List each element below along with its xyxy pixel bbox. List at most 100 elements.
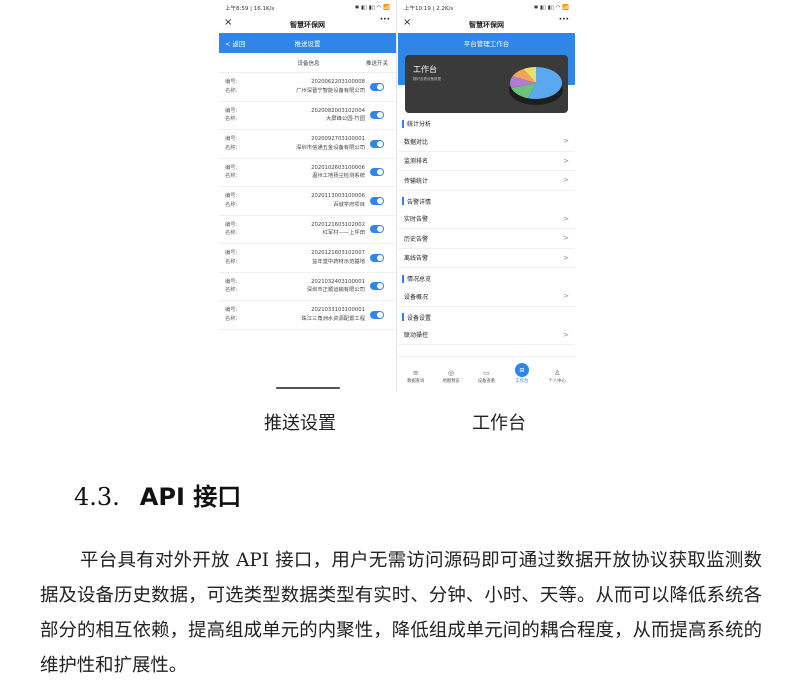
screenshot-workbench: 上午10:19 | 2.2K/s ✱ ▮▯ ▮▯ ◠ 📶 × 智慧环保网 ···… xyxy=(398,0,575,392)
tab-label: 工作台 xyxy=(515,379,529,384)
label-name: 名称: xyxy=(225,287,238,294)
back-button[interactable]: < 返回 xyxy=(225,38,246,48)
push-toggle[interactable] xyxy=(370,282,384,291)
banner-title: 工作台 xyxy=(413,65,437,74)
section-header: 告警详情 xyxy=(398,193,575,210)
table-header: 设备信息 推送开关 xyxy=(219,53,396,73)
row-values: 2020102603100006 温州工地扬尘检测系统 xyxy=(245,164,370,181)
menu-item[interactable]: 数据对比 > xyxy=(398,132,575,152)
status-icons: ✱ ▮▯ ▮▯ ◠ 📶 xyxy=(533,5,569,11)
tab-label: 数据查询 xyxy=(407,379,425,384)
tab-label: 个人中心 xyxy=(548,379,566,384)
label-name: 名称: xyxy=(225,258,238,265)
push-toggle[interactable] xyxy=(370,111,384,120)
device-id: 2020121603102002 xyxy=(311,221,365,228)
app-titlebar: × 智慧环保网 ··· xyxy=(398,15,575,33)
table-row: 编号: 名称: 2021033103100001 珠江三角洲水资源配置工程 xyxy=(219,301,396,330)
section-title: API 接口 xyxy=(139,483,242,511)
tab-label: 设备查看 xyxy=(477,379,496,384)
row-labels: 编号: 名称: xyxy=(225,192,245,209)
push-toggle[interactable] xyxy=(370,225,384,234)
push-toggle[interactable] xyxy=(370,82,384,91)
push-toggle[interactable] xyxy=(370,253,384,262)
workbench-menu: 统计分析 数据对比 > 监测排名 > 传输统计 > 告警详情 实时告警 > 历史告警 > 离线告警 > 情况… xyxy=(398,115,575,345)
label-name: 名称: xyxy=(225,201,238,208)
menu-item-label: 数据对比 xyxy=(404,138,429,146)
table-row: 编号: 名称: 2020113003100006 百城学府项目 xyxy=(219,187,396,216)
label-name: 名称: xyxy=(225,87,238,94)
menu-item[interactable]: 设备概况 > xyxy=(398,287,575,307)
pie-chart-icon xyxy=(509,67,563,105)
label-name: 名称: xyxy=(225,315,238,322)
menu-item[interactable]: 联动操控 > xyxy=(398,326,575,345)
label-id: 编号: xyxy=(225,307,238,314)
label-name: 名称: xyxy=(225,144,238,151)
tab-item[interactable]: ◎ 地图预览 xyxy=(434,369,468,384)
menu-item-label: 离线告警 xyxy=(404,255,429,263)
chevron-right-icon: > xyxy=(563,176,569,185)
label-id: 编号: xyxy=(225,107,238,114)
caption-workbench: 工作台 xyxy=(472,413,526,434)
table-row: 编号: 名称: 2020121603102007 益年堂中药材示范基地 xyxy=(219,244,396,273)
push-toggle[interactable] xyxy=(370,139,384,148)
tab-item[interactable]: ⊞ 工作台 xyxy=(505,363,539,384)
menu-item[interactable]: 离线告警 > xyxy=(398,249,575,268)
label-id: 编号: xyxy=(225,221,238,228)
close-icon[interactable]: × xyxy=(403,17,411,28)
row-values: 2020113003100006 百城学府项目 xyxy=(245,192,370,209)
row-labels: 编号: 名称: xyxy=(225,135,245,152)
row-labels: 编号: 名称: xyxy=(225,221,245,238)
more-icon[interactable]: ··· xyxy=(380,15,390,25)
tab-item[interactable]: ♙ 个人中心 xyxy=(540,369,574,384)
row-values: 2020082003102004 大屏峰公园-竹园 xyxy=(245,107,370,124)
banner-area: 工作台 随时查看设备数据 xyxy=(398,53,575,113)
menu-item[interactable]: 传输统计 > xyxy=(398,171,575,191)
section-header: 统计分析 xyxy=(398,115,575,132)
push-toggle[interactable] xyxy=(370,196,384,205)
chevron-right-icon: > xyxy=(563,214,569,223)
menu-item[interactable]: 实时告警 > xyxy=(398,210,575,229)
row-labels: 编号: 名称: xyxy=(225,278,245,295)
row-values: 2020121603102002 红军村——上坪田 xyxy=(245,221,370,238)
push-toggle[interactable] xyxy=(370,168,384,177)
section-header: 设备设置 xyxy=(398,309,575,326)
tab-item[interactable]: ≡ 数据查询 xyxy=(399,369,433,384)
device-id: 2020121603102007 xyxy=(311,250,365,257)
device-name: 益年堂中药材示范基地 xyxy=(312,258,365,265)
tab-item[interactable]: ▭ 设备查看 xyxy=(469,369,503,384)
status-time: 上午8:59 | 16.1K/s xyxy=(225,6,275,12)
row-values: 2021033103100001 珠江三角洲水资源配置工程 xyxy=(245,306,370,323)
menu-item-label: 监测排名 xyxy=(404,158,429,166)
device-id: 2020092703100001 xyxy=(311,136,365,143)
app-title: 智慧环保网 xyxy=(290,20,325,29)
menu-item[interactable]: 历史告警 > xyxy=(398,229,575,249)
status-icons: ✱ ▮▯ ▮▯ ◠ 📶 xyxy=(354,5,390,11)
nav-bar: < 返回 推送设置 xyxy=(219,33,396,53)
menu-item[interactable]: 监测排名 > xyxy=(398,152,575,171)
close-icon[interactable]: × xyxy=(224,17,232,28)
row-values: 2020062203100008 广州深晋宁智能设备有限公司 xyxy=(245,78,370,95)
more-icon[interactable]: ··· xyxy=(559,15,569,25)
table-row: 编号: 名称: 2020092703100001 深圳市信通五金设备有限公司 xyxy=(219,130,396,159)
caption-push-settings: 推送设置 xyxy=(264,413,336,434)
device-name: 广州深晋宁智能设备有限公司 xyxy=(296,87,365,94)
row-values: 2021032403100001 深圳市正顺运输有限公司 xyxy=(245,278,370,295)
tab-label: 地图预览 xyxy=(442,379,460,384)
chevron-right-icon: > xyxy=(563,156,569,165)
device-name: 百城学府项目 xyxy=(333,201,365,208)
app-title: 智慧环保网 xyxy=(469,20,504,29)
push-toggle[interactable] xyxy=(370,310,384,319)
label-name: 名称: xyxy=(225,173,238,180)
label-id: 编号: xyxy=(225,250,238,257)
device-id: 2021033103100001 xyxy=(311,307,365,314)
row-labels: 编号: 名称: xyxy=(225,249,245,266)
label-name: 名称: xyxy=(225,230,238,237)
status-bar: 上午10:19 | 2.2K/s ✱ ▮▯ ▮▯ ◠ 📶 xyxy=(398,0,575,16)
label-id: 编号: xyxy=(225,278,238,285)
table-row: 编号: 名称: 2020121603102002 红军村——上坪田 xyxy=(219,216,396,244)
row-labels: 编号: 名称: xyxy=(225,78,245,95)
device-id: 2021032403100001 xyxy=(311,278,365,285)
label-id: 编号: xyxy=(225,136,238,143)
workbench-banner: 工作台 随时查看设备数据 xyxy=(405,55,568,113)
device-id: 2020113003100006 xyxy=(311,193,365,200)
